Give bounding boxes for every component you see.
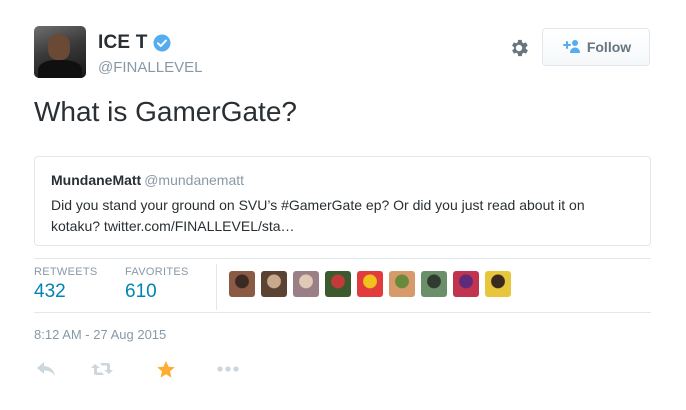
favoriter-avatar[interactable] bbox=[485, 271, 511, 297]
favoriter-avatar[interactable] bbox=[389, 271, 415, 297]
more-dots-icon[interactable] bbox=[216, 358, 240, 380]
add-user-icon bbox=[561, 39, 581, 56]
favoriter-avatars bbox=[229, 271, 511, 297]
retweets-label: RETWEETS bbox=[34, 266, 98, 278]
follow-label: Follow bbox=[586, 39, 632, 55]
favorite-star-icon[interactable] bbox=[154, 358, 178, 380]
stats-bottom-divider bbox=[34, 312, 651, 313]
author-name[interactable]: ICE T bbox=[98, 32, 148, 54]
follow-button[interactable]: Follow bbox=[542, 28, 650, 66]
quoted-author-handle: @mundanematt bbox=[144, 172, 245, 188]
favorites-count: 610 bbox=[125, 281, 157, 302]
retweets-count: 432 bbox=[34, 281, 66, 302]
tweet-text: What is GamerGate? bbox=[34, 96, 297, 127]
favoriter-avatar[interactable] bbox=[293, 271, 319, 297]
stats-vertical-divider bbox=[216, 264, 217, 310]
quoted-author-name: MundaneMatt bbox=[51, 172, 142, 188]
favoriter-avatar[interactable] bbox=[261, 271, 287, 297]
verified-badge-icon bbox=[153, 34, 171, 52]
author-handle[interactable]: @FINALLEVEL bbox=[98, 59, 202, 76]
stats-top-divider bbox=[34, 258, 651, 259]
author-name-row: ICE T bbox=[98, 32, 171, 54]
favoriter-avatar[interactable] bbox=[357, 271, 383, 297]
favoriter-avatar[interactable] bbox=[325, 271, 351, 297]
user-avatar[interactable] bbox=[34, 26, 86, 78]
retweet-icon[interactable] bbox=[90, 358, 114, 380]
avatar-body bbox=[38, 60, 82, 78]
tweet-timestamp[interactable]: 8:12 AM - 27 Aug 2015 bbox=[34, 327, 166, 342]
retweets-stat[interactable]: RETWEETS 432 bbox=[34, 266, 98, 303]
quoted-tweet-text: Did you stand your ground on SVU’s #Game… bbox=[51, 197, 585, 234]
favorites-label: FAVORITES bbox=[125, 266, 189, 278]
reply-icon[interactable] bbox=[34, 358, 58, 380]
quoted-tweet-header: MundaneMatt @mundanematt bbox=[51, 171, 634, 189]
favoriter-avatar[interactable] bbox=[453, 271, 479, 297]
gear-icon[interactable] bbox=[508, 37, 530, 59]
quoted-tweet[interactable]: MundaneMatt @mundanematt Did you stand yo… bbox=[34, 156, 651, 246]
favoriter-avatar[interactable] bbox=[229, 271, 255, 297]
avatar-head bbox=[48, 34, 70, 60]
favorites-stat[interactable]: FAVORITES 610 bbox=[125, 266, 189, 303]
favoriter-avatar[interactable] bbox=[421, 271, 447, 297]
